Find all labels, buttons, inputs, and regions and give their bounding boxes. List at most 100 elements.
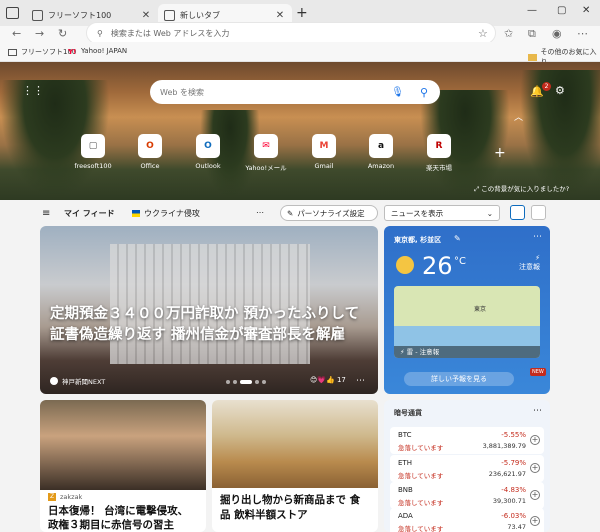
add-quicklink-icon[interactable]: + xyxy=(494,145,506,161)
crypto-row[interactable]: BTC 急落しています -5.55% 3,881,389.79 + xyxy=(390,427,544,454)
search-placeholder: Web を検索 xyxy=(160,87,204,97)
warning-banner[interactable]: ⚡ 雷 - 注意報 xyxy=(394,346,540,358)
forecast-button[interactable]: 詳しい予報を見る xyxy=(404,372,514,386)
crypto-change: -5.79% xyxy=(501,459,526,467)
quicklink-freesoft100[interactable]: ▢ freesoft100 xyxy=(70,134,116,170)
quicklink-outlook[interactable]: O Outlook xyxy=(185,134,231,170)
more-options-icon[interactable]: ⋯ xyxy=(533,232,542,242)
more-options-icon[interactable]: ⋯ xyxy=(356,376,365,386)
microphone-icon[interactable]: 🎙 xyxy=(391,87,404,98)
news-display-select[interactable]: ニュースを表示 ⌄ xyxy=(384,205,500,221)
add-favorite-icon[interactable]: ☆ xyxy=(478,27,488,40)
crypto-status: 急落しています xyxy=(398,444,444,452)
office-icon: O xyxy=(138,134,162,158)
crypto-name: BTC xyxy=(398,431,412,439)
rakuten-icon: R xyxy=(427,134,451,158)
crypto-row[interactable]: ETH 急落しています -5.79% 236,621.97 + xyxy=(390,455,544,482)
settings-gear-icon[interactable]: ⚙ xyxy=(555,84,565,97)
crypto-header[interactable]: 暗号通貨 xyxy=(394,408,422,418)
article-card[interactable]: Z zakzak 日本復帰！ 台湾に電撃侵攻、政権３期目に赤信号の習主 xyxy=(40,400,206,532)
add-icon[interactable]: + xyxy=(530,463,540,473)
article-source: Z zakzak xyxy=(40,490,206,504)
workspaces-icon[interactable] xyxy=(6,7,19,19)
alert-label: 注意報 xyxy=(519,263,540,271)
crypto-status: 急落しています xyxy=(398,525,444,532)
crypto-change: -6.03% xyxy=(501,512,526,520)
ad-card[interactable]: 掘り出し物から新商品まで 食品 飲料半額ストア xyxy=(212,400,378,532)
hamburger-icon[interactable]: ≡ xyxy=(42,208,50,219)
close-tab-icon[interactable]: ✕ xyxy=(274,10,286,21)
chevron-down-icon: ⌄ xyxy=(486,208,493,218)
add-icon[interactable]: + xyxy=(530,435,540,445)
web-search-input[interactable]: Web を検索 🎙 ⚲ xyxy=(150,80,440,104)
ad-title[interactable]: 掘り出し物から新商品まで 食品 飲料半額ストア xyxy=(212,488,378,528)
crypto-price: 73.47 xyxy=(507,523,526,531)
page-icon xyxy=(8,48,17,56)
quicklink-amazon[interactable]: a Amazon xyxy=(358,134,404,170)
warning-text: 雷 - 注意報 xyxy=(406,348,440,356)
like-background-text: この背景が気に入りましたか? xyxy=(481,185,570,193)
weather-alert[interactable]: ⚡ 注意報 xyxy=(519,254,540,272)
minimize-icon[interactable]: — xyxy=(527,5,537,16)
weather-map[interactable]: 東京 ⚡ 雷 - 注意報 xyxy=(394,286,540,358)
profile-icon[interactable]: ◉ xyxy=(552,27,562,40)
warning-icon: ⚡ xyxy=(400,348,407,356)
new-tab-button[interactable]: + xyxy=(296,5,308,21)
chevron-up-icon[interactable]: ︿ xyxy=(514,110,523,123)
favorites-icon[interactable]: ✩ xyxy=(504,27,513,40)
close-tab-icon[interactable]: ✕ xyxy=(140,10,152,21)
crypto-price: 3,881,389.79 xyxy=(482,442,526,450)
edit-location-icon[interactable]: ✎ xyxy=(454,234,461,243)
search-icon[interactable]: ⚲ xyxy=(420,86,428,99)
favorite-yahoo[interactable]: Y! Yahoo! JAPAN xyxy=(68,47,127,56)
quicklink-office[interactable]: O Office xyxy=(127,134,173,170)
crypto-row[interactable]: ADA 急落しています -6.03% 73.47 + xyxy=(390,508,544,532)
favorites-bar: フリーソフト100 Y! Yahoo! JAPAN その他のお気に入り xyxy=(0,42,600,66)
weather-card[interactable]: 東京都, 杉並区 ✎ ⋯ 26 °C ⚡ 注意報 東京 ⚡ 雷 - 注意報 詳し… xyxy=(384,226,550,394)
apps-grid-icon[interactable]: ⋮⋮ xyxy=(22,84,44,97)
more-options-icon[interactable]: ⋯ xyxy=(533,406,542,416)
crypto-name: BNB xyxy=(398,486,413,494)
weather-location[interactable]: 東京都, 杉並区 xyxy=(394,235,441,245)
maximize-icon[interactable]: ▢ xyxy=(557,5,566,16)
personalize-button[interactable]: ✎ パーソナライズ設定 xyxy=(280,205,378,221)
collections-icon[interactable]: ⧉ xyxy=(528,27,536,41)
crypto-name: ETH xyxy=(398,459,412,467)
quicklink-yahoo-mail[interactable]: ✉ Yahoo!メール xyxy=(243,134,289,172)
quicklink-gmail[interactable]: M Gmail xyxy=(301,134,347,170)
menu-icon[interactable]: ⋯ xyxy=(577,27,588,40)
main-article-card[interactable]: 定期預金３４００万円詐取か 預かったふりして証書偽造繰り返す 播州信金が審査部長… xyxy=(40,226,378,394)
crypto-row[interactable]: BNB 急落しています -4.83% 39,300.71 + xyxy=(390,482,544,509)
close-window-icon[interactable]: ✕ xyxy=(582,5,590,16)
add-icon[interactable]: + xyxy=(530,490,540,500)
more-tabs-icon[interactable]: ⋯ xyxy=(256,208,264,217)
back-icon[interactable]: ← xyxy=(12,27,21,40)
favorite-freesoft[interactable]: フリーソフト100 xyxy=(8,47,76,57)
tab-title: フリーソフト100 xyxy=(48,10,112,20)
crypto-name: ADA xyxy=(398,512,413,520)
list-layout-button[interactable] xyxy=(531,205,546,220)
add-icon[interactable]: + xyxy=(530,516,540,526)
quicklink-label: Office xyxy=(140,162,160,170)
ukraine-tab[interactable]: ウクライナ侵攻 xyxy=(144,208,200,219)
gmail-icon: M xyxy=(312,134,336,158)
notification-count: 2 xyxy=(542,82,551,91)
like-background-prompt[interactable]: ⤢ この背景が気に入りましたか? xyxy=(474,183,569,194)
outlook-icon: O xyxy=(196,134,220,158)
forward-icon[interactable]: → xyxy=(35,27,44,40)
article-headline[interactable]: 定期預金３４００万円詐取か 預かったふりして証書偽造繰り返す 播州信金が審査部長… xyxy=(50,304,368,346)
grid-layout-button[interactable] xyxy=(510,205,525,220)
quick-links: ▢ freesoft100 O Office O Outlook ✉ Yahoo… xyxy=(70,134,490,174)
quicklink-rakuten[interactable]: R 楽天市場 xyxy=(416,134,462,172)
my-feed-tab[interactable]: マイ フィード xyxy=(64,208,115,219)
mail-icon: ✉ xyxy=(254,134,278,158)
yahoo-icon: Y! xyxy=(68,47,77,56)
temperature-unit[interactable]: °C xyxy=(454,256,466,267)
crypto-price: 39,300.71 xyxy=(492,497,526,505)
article-title[interactable]: 日本復帰！ 台湾に電撃侵攻、政権３期目に赤信号の習主 xyxy=(40,504,206,532)
pencil-icon: ✎ xyxy=(287,208,294,218)
address-bar[interactable]: ⚲ 検索または Web アドレスを入力 xyxy=(86,22,496,44)
reactions[interactable]: 😊💗👍 17 xyxy=(310,376,346,384)
carousel-dots[interactable] xyxy=(226,380,266,384)
refresh-icon[interactable]: ↻ xyxy=(58,27,67,40)
